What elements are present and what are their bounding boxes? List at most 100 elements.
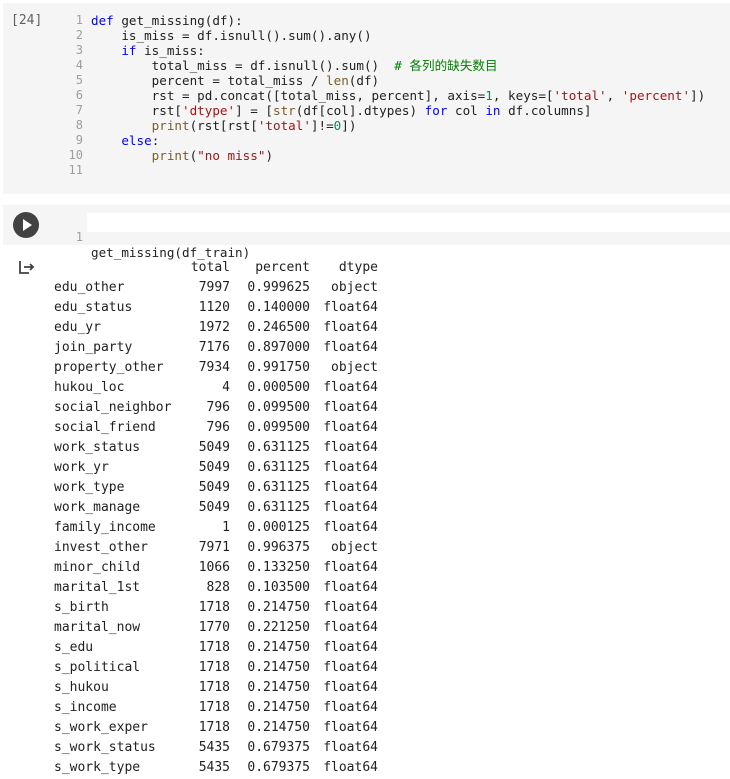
cell-percent: 0.631125: [247, 500, 310, 515]
cell-total: 5049: [198, 440, 230, 455]
column-header-index: [50, 258, 190, 278]
row-index: work_yr: [54, 460, 109, 475]
table-row: edu_other 7997 0.999625 object: [50, 278, 378, 298]
row-index: s_edu: [54, 640, 94, 655]
row-index: social_friend: [54, 420, 156, 435]
code-text[interactable]: else:: [91, 133, 159, 148]
table-row: work_manage 5049 0.631125 float64: [50, 498, 378, 518]
cell-dtype: float64: [323, 320, 378, 335]
code-line[interactable]: 1 def get_missing(df):: [63, 13, 730, 28]
code-line[interactable]: 5 percent = total_miss / len(df): [63, 73, 730, 88]
cell-total: 1972: [198, 320, 230, 335]
table-row: join_party 7176 0.897000 float64: [50, 338, 378, 358]
cell-dtype: float64: [323, 460, 378, 475]
table-row: work_type 5049 0.631125 float64: [50, 478, 378, 498]
code-line[interactable]: 11: [63, 163, 730, 178]
code-line[interactable]: 3 if is_miss:: [63, 43, 730, 58]
line-number: 9: [75, 133, 83, 147]
code-line[interactable]: 1 get_missing(df_train): [63, 215, 730, 260]
table-row: social_friend 796 0.099500 float64: [50, 418, 378, 438]
cell-percent: 0.214750: [247, 720, 310, 735]
cell-dtype: float64: [323, 680, 378, 695]
line-number: 5: [75, 73, 83, 87]
code-line[interactable]: 4 total_miss = df.isnull().sum() # 各列的缺失…: [63, 58, 730, 73]
cell-dtype: float64: [323, 640, 378, 655]
row-index: marital_1st: [54, 580, 141, 595]
code-cell-get-missing[interactable]: [24] 1 def get_missing(df): 2 is_miss = df…: [3, 3, 730, 194]
row-index: work_type: [54, 480, 125, 495]
code-text[interactable]: total_miss = df.isnull().sum() # 各列的缺失数目: [91, 58, 498, 73]
code-text[interactable]: if is_miss:: [91, 43, 204, 58]
code-text[interactable]: print("no miss"): [91, 148, 273, 163]
run-cell-button[interactable]: [13, 212, 39, 238]
cell-total: 1120: [198, 300, 230, 315]
cell-percent: 0.679375: [247, 740, 310, 755]
row-index: s_birth: [54, 600, 109, 615]
table-header-row: total percent dtype: [50, 258, 378, 278]
table-row: s_work_exper 1718 0.214750 float64: [50, 718, 378, 738]
code-text[interactable]: is_miss = df.isnull().sum().any(): [91, 28, 371, 43]
code-line[interactable]: 6 rst = pd.concat([total_miss, percent],…: [63, 88, 730, 103]
code-editor[interactable]: 1 def get_missing(df): 2 is_miss = df.isnu…: [63, 13, 730, 178]
output-redirect-icon[interactable]: [18, 259, 36, 275]
table-row: s_birth 1718 0.214750 float64: [50, 598, 378, 618]
code-text[interactable]: def get_missing(df):: [91, 13, 243, 28]
cell-total: 1718: [198, 640, 230, 655]
cell-total: 7971: [198, 540, 230, 555]
line-number: 7: [75, 103, 83, 117]
code-line[interactable]: 8 print(rst[rst['total']!=0]): [63, 118, 730, 133]
cell-dtype: float64: [323, 420, 378, 435]
row-index: work_status: [54, 440, 141, 455]
cell-total: 4: [222, 380, 230, 395]
code-text[interactable]: print(rst[rst['total']!=0]): [91, 118, 357, 133]
cell-dtype: float64: [323, 580, 378, 595]
cell-dtype: object: [331, 540, 378, 555]
code-line[interactable]: 2 is_miss = df.isnull().sum().any(): [63, 28, 730, 43]
cell-percent: 0.214750: [247, 640, 310, 655]
table-row: marital_now 1770 0.221250 float64: [50, 618, 378, 638]
cell-total: 1718: [198, 600, 230, 615]
row-index: edu_other: [54, 280, 125, 295]
cell-dtype: object: [331, 360, 378, 375]
cell-dtype: float64: [323, 380, 378, 395]
cell-percent: 0.246500: [247, 320, 310, 335]
row-index: minor_child: [54, 560, 141, 575]
code-line[interactable]: 9 else:: [63, 133, 730, 148]
code-line[interactable]: 7 rst['dtype'] = [str(df[col].dtypes) fo…: [63, 103, 730, 118]
code-cell-call[interactable]: 1 get_missing(df_train): [3, 205, 730, 260]
code-text[interactable]: percent = total_miss / len(df): [91, 73, 379, 88]
table-row: s_work_status 5435 0.679375 float64: [50, 738, 378, 758]
cell-dtype: float64: [323, 560, 378, 575]
table-row: social_neighbor 796 0.099500 float64: [50, 398, 378, 418]
code-text[interactable]: rst = pd.concat([total_miss, percent], a…: [91, 88, 706, 103]
row-index: work_manage: [54, 500, 141, 515]
table-row: work_status 5049 0.631125 float64: [50, 438, 378, 458]
row-index: family_income: [54, 520, 156, 535]
row-index: join_party: [54, 340, 133, 355]
table-row: family_income 1 0.000125 float64: [50, 518, 378, 538]
code-line[interactable]: 10 print("no miss"): [63, 148, 730, 163]
column-header-dtype: dtype: [338, 260, 378, 275]
table-row: s_income 1718 0.214750 float64: [50, 698, 378, 718]
table-row: s_political 1718 0.214750 float64: [50, 658, 378, 678]
cell-percent: 0.140000: [247, 300, 310, 315]
table-row: marital_1st 828 0.103500 float64: [50, 578, 378, 598]
play-icon: [23, 219, 32, 231]
cell-percent: 0.000125: [247, 520, 310, 535]
row-index: s_work_type: [54, 760, 141, 775]
line-number: 10: [68, 148, 83, 162]
cell-dtype: float64: [323, 700, 378, 715]
cell-total: 796: [206, 400, 230, 415]
table-row: property_other 7934 0.991750 object: [50, 358, 378, 378]
code-text[interactable]: rst['dtype'] = [str(df[col].dtypes) for …: [91, 103, 592, 118]
cell-percent: 0.996375: [247, 540, 310, 555]
cell-dtype: float64: [323, 760, 378, 775]
row-index: s_work_status: [54, 740, 156, 755]
output-dataframe: total percent dtype edu_other 7997 0.99962…: [50, 258, 378, 778]
cell-total: 5435: [198, 760, 230, 775]
table-row: s_edu 1718 0.214750 float64: [50, 638, 378, 658]
cell-percent: 0.099500: [247, 400, 310, 415]
cell-total: 1718: [198, 700, 230, 715]
line-number: 6: [75, 88, 83, 102]
cell-percent: 0.631125: [247, 480, 310, 495]
